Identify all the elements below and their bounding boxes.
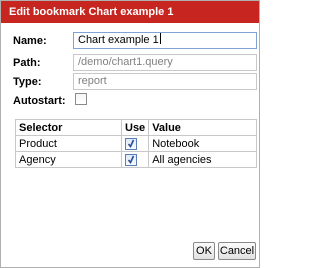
selector-cell: Agency: [15, 151, 122, 168]
type-input: report: [73, 73, 257, 90]
text-caret: [159, 33, 161, 44]
checkmark-icon: [128, 139, 134, 148]
cancel-button[interactable]: Cancel: [218, 242, 256, 260]
name-input[interactable]: Chart example 1: [73, 32, 257, 49]
autostart-checkbox[interactable]: [75, 93, 87, 105]
autostart-label: Autostart:: [13, 95, 66, 107]
name-input-value: Chart example 1: [78, 34, 159, 46]
selector-cell: Product: [15, 135, 122, 152]
type-input-value: report: [78, 75, 107, 87]
path-input: /demo/chart1.query: [73, 54, 257, 71]
path-label: Path:: [13, 57, 41, 69]
ok-button[interactable]: OK: [193, 242, 215, 260]
name-label: Name:: [13, 35, 47, 47]
value-cell: Notebook: [148, 135, 257, 152]
value-cell: All agencies: [148, 151, 257, 168]
use-checkbox[interactable]: [125, 153, 137, 166]
path-input-value: /demo/chart1.query: [78, 56, 173, 68]
use-checkbox[interactable]: [125, 137, 137, 150]
table-header-row: Selector Use Value: [15, 119, 257, 136]
checkmark-icon: [128, 155, 134, 164]
column-header-use: Use: [120, 119, 150, 136]
edit-bookmark-dialog: Edit bookmark Chart example 1 Name: Char…: [0, 0, 260, 268]
column-header-selector: Selector: [15, 119, 122, 136]
use-cell: [120, 135, 150, 152]
selector-table: Selector Use Value Product Notebook Agen…: [15, 119, 257, 168]
use-cell: [120, 151, 150, 168]
type-label: Type:: [13, 76, 42, 88]
table-row: Product Notebook: [15, 135, 257, 152]
dialog-title: Edit bookmark Chart example 1: [1, 1, 259, 23]
column-header-value: Value: [148, 119, 257, 136]
table-row: Agency All agencies: [15, 151, 257, 168]
